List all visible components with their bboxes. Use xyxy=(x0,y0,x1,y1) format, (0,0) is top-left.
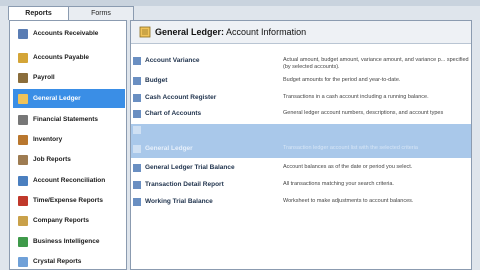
report-icon xyxy=(133,57,141,65)
general-ledger-icon xyxy=(18,93,28,104)
report-icon xyxy=(133,77,141,85)
company-reports-icon xyxy=(18,215,28,226)
sidebar-item-business-intelligence[interactable]: Business Intelligence xyxy=(13,232,125,251)
report-icon xyxy=(133,94,141,102)
page-title: General Ledger: Account Information xyxy=(155,27,307,37)
sidebar-item-label: Job Reports xyxy=(33,156,71,163)
report-icon xyxy=(133,198,141,206)
report-row-general-ledger-trial-balance[interactable]: General Ledger Trial Balance Account bal… xyxy=(131,162,471,175)
general-ledger-icon xyxy=(139,26,151,38)
report-icon xyxy=(133,181,141,189)
sidebar-item-label: Accounts Payable xyxy=(33,54,89,61)
report-icon xyxy=(133,164,141,172)
sidebar-item-crystal-reports[interactable]: Crystal Reports xyxy=(13,252,125,270)
sidebar-item-financial-statements[interactable]: Financial Statements xyxy=(13,110,125,129)
sidebar-item-label: Accounts Receivable xyxy=(33,30,99,37)
financial-statements-icon xyxy=(18,114,28,125)
business-intelligence-icon xyxy=(18,236,28,247)
sidebar-item-company-reports[interactable]: Company Reports xyxy=(13,211,125,230)
panel-header: General Ledger: Account Information xyxy=(131,21,471,44)
report-icon xyxy=(133,110,141,118)
tab-reports[interactable]: Reports xyxy=(8,6,69,20)
report-list-panel: General Ledger: Account Information Acco… xyxy=(130,20,472,270)
sidebar-item-label: Financial Statements xyxy=(33,116,99,123)
sidebar-item-job-reports[interactable]: Job Reports xyxy=(13,150,125,169)
sidebar-item-account-reconciliation[interactable]: Account Reconciliation xyxy=(13,171,125,190)
report-row-cash-account-register[interactable]: Cash Account Register Transactions in a … xyxy=(131,92,471,105)
sidebar-item-payroll[interactable]: Payroll xyxy=(13,68,125,87)
ap-icon xyxy=(18,52,28,63)
sidebar-item-label: Business Intelligence xyxy=(33,238,100,245)
report-icon xyxy=(133,126,141,134)
sidebar-item-label: Inventory xyxy=(33,136,63,143)
time-expense-icon xyxy=(18,195,28,206)
tab-bar: Reports Forms xyxy=(8,6,134,20)
report-icon xyxy=(133,145,141,153)
crystal-reports-icon xyxy=(18,256,28,267)
sidebar-item-label: General Ledger xyxy=(33,95,81,102)
report-row-account-variance[interactable]: Account Variance Actual amount, budget a… xyxy=(131,55,471,70)
sidebar-item-label: Crystal Reports xyxy=(33,258,82,265)
report-row-chart-of-accounts[interactable]: Chart of Accounts General ledger account… xyxy=(131,108,471,121)
report-category-sidebar: Accounts Receivable Accounts Payable Pay… xyxy=(9,20,127,270)
sidebar-item-accounts-payable[interactable]: Accounts Payable xyxy=(13,48,125,67)
sidebar-item-label: Time/Expense Reports xyxy=(33,197,103,204)
report-row-transaction-detail-report[interactable]: Transaction Detail Report All transactio… xyxy=(131,179,471,192)
report-row-working-trial-balance[interactable]: Working Trial Balance Worksheet to make … xyxy=(131,196,471,209)
tab-forms[interactable]: Forms xyxy=(68,6,134,20)
sidebar-item-label: Payroll xyxy=(33,74,55,81)
inventory-icon xyxy=(18,134,28,145)
sidebar-item-label: Account Reconciliation xyxy=(33,177,106,184)
report-row-general-ledger[interactable]: General Ledger Transaction ledger accoun… xyxy=(131,143,471,158)
sidebar-item-inventory[interactable]: Inventory xyxy=(13,130,125,149)
reconciliation-icon xyxy=(18,175,28,186)
report-row-selected-blank[interactable] xyxy=(131,124,471,143)
payroll-icon xyxy=(18,72,28,83)
ar-icon xyxy=(18,28,28,39)
sidebar-item-time-expense-reports[interactable]: Time/Expense Reports xyxy=(13,191,125,210)
report-row-budget[interactable]: Budget Budget amounts for the period and… xyxy=(131,75,471,88)
sidebar-item-accounts-receivable[interactable]: Accounts Receivable xyxy=(13,24,125,43)
sidebar-item-label: Company Reports xyxy=(33,217,89,224)
sidebar-item-general-ledger[interactable]: General Ledger xyxy=(13,89,125,108)
job-reports-icon xyxy=(18,154,28,165)
